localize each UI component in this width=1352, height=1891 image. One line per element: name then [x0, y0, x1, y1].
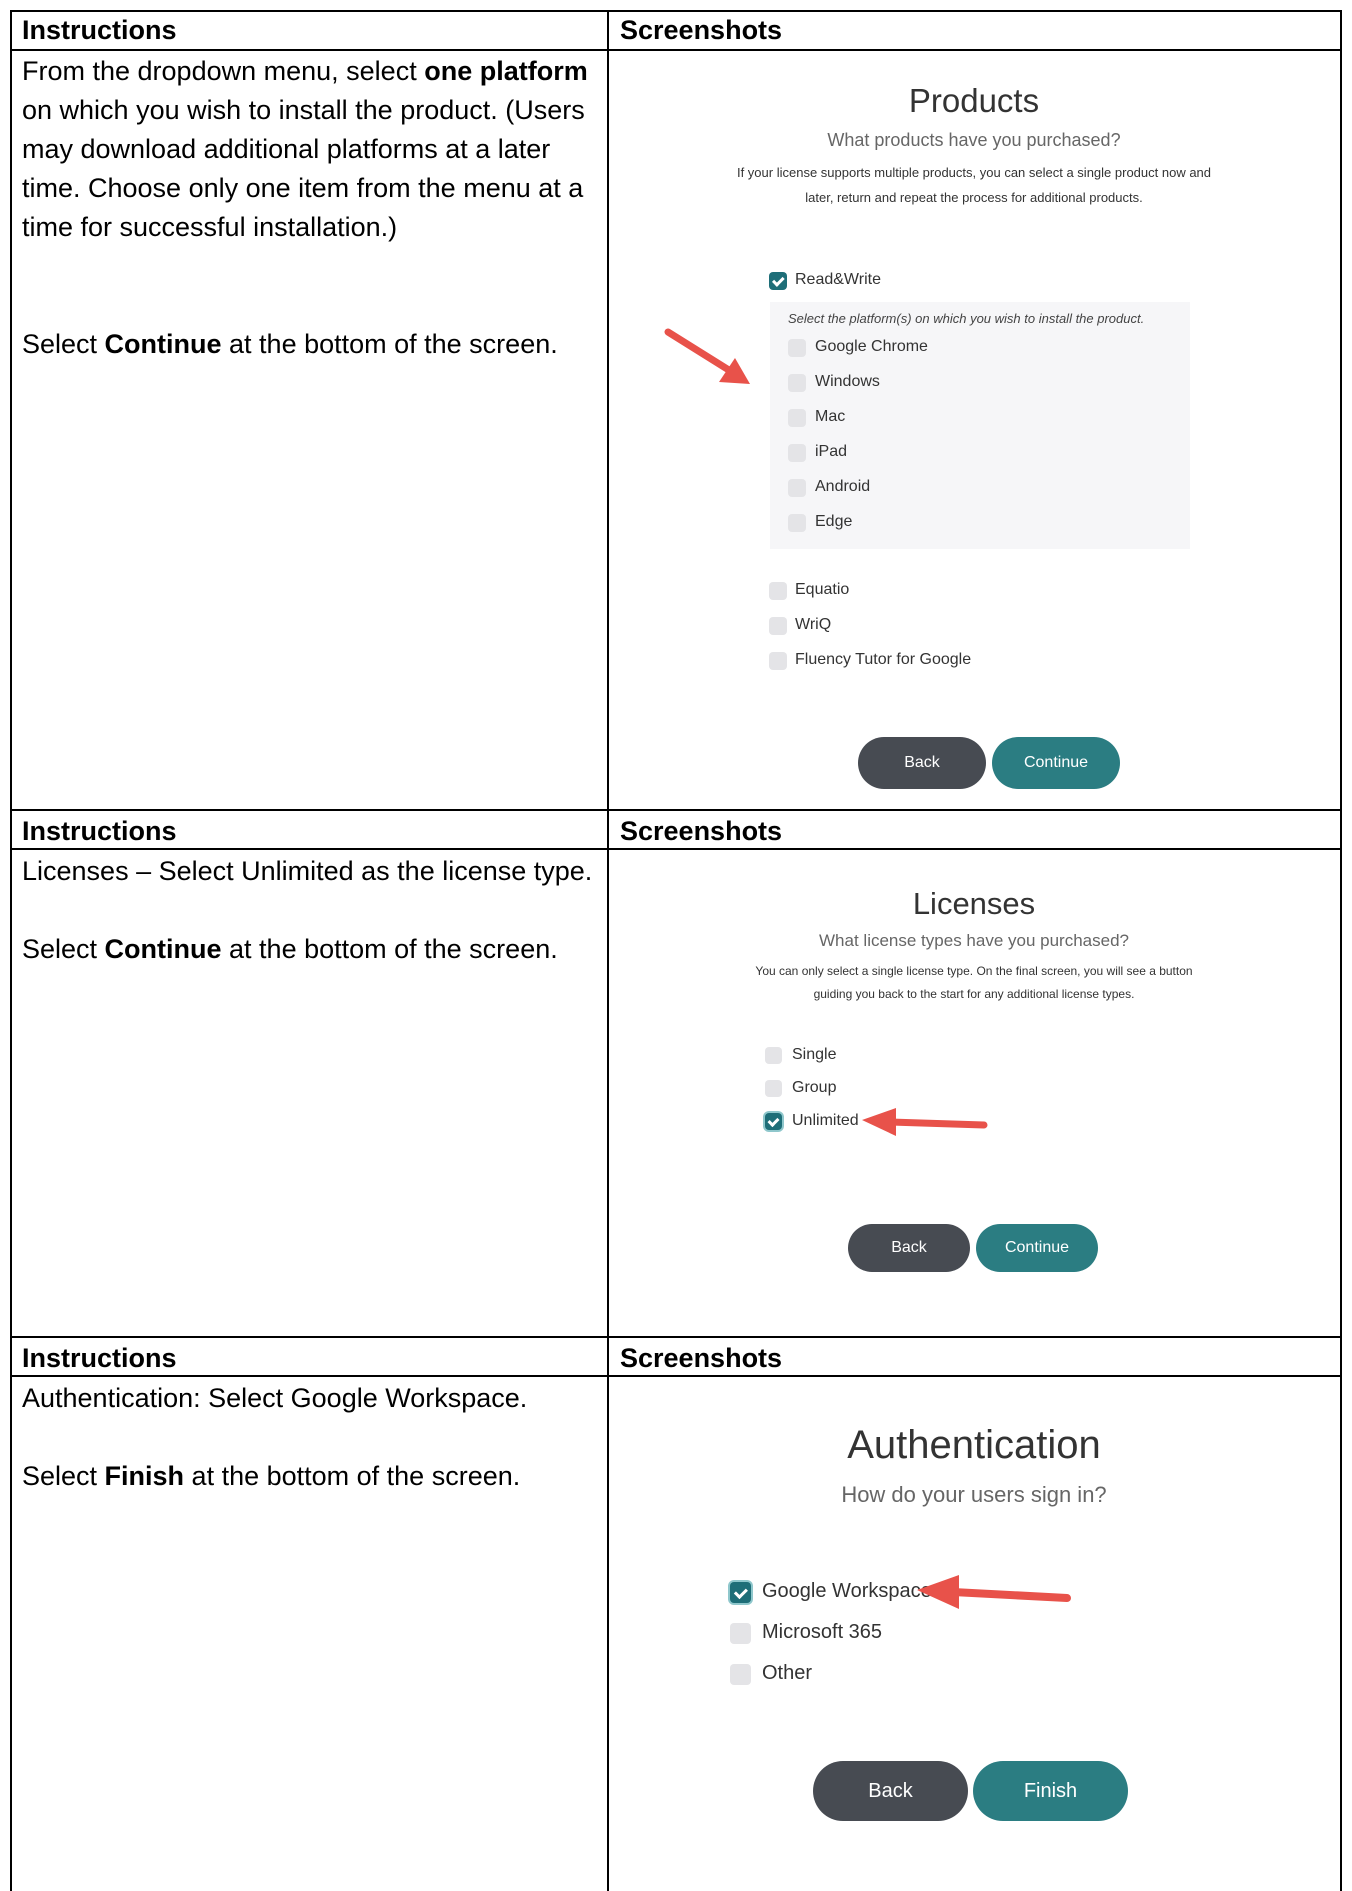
license-label: Group — [792, 1079, 837, 1096]
platform-panel: Select the platform(s) on which you wish… — [770, 302, 1190, 549]
table-border-left — [10, 10, 12, 1891]
table-column-divider — [607, 10, 609, 1891]
product-label: Fluency Tutor for Google — [795, 651, 972, 668]
page-subtitle: How do your users sign in? — [841, 1482, 1107, 1507]
page-description: later, return and repeat the process for… — [805, 190, 1143, 205]
table-border-right — [1340, 10, 1342, 1891]
license-checkbox-unlimited[interactable] — [765, 1113, 782, 1130]
products-screenshot: Products What products have you purchase… — [610, 52, 1338, 807]
instruction-paragraph: Licenses – Select Unlimited as the licen… — [22, 856, 593, 886]
license-checkbox[interactable] — [765, 1047, 782, 1064]
platform-checkbox[interactable] — [788, 514, 806, 532]
pointer-arrow — [862, 1108, 988, 1136]
page-description: If your license supports multiple produc… — [736, 165, 1212, 180]
continue-button[interactable]: Continue — [992, 737, 1120, 789]
platform-checkbox[interactable] — [788, 479, 806, 497]
authentication-screenshot: Authentication How do your users sign in… — [610, 1378, 1338, 1891]
auth-label: Other — [762, 1662, 813, 1684]
pointer-arrow — [664, 328, 750, 384]
license-checkbox[interactable] — [765, 1080, 782, 1097]
instructions-header: Instructions — [22, 1343, 177, 1373]
platform-label: Edge — [815, 513, 853, 530]
platform-checkbox[interactable] — [788, 444, 806, 462]
header-row-divider — [10, 49, 1342, 51]
instructions-text: Authentication: Select Google Workspace.… — [22, 1379, 607, 1496]
instruction-paragraph: Select Continue at the bottom of the scr… — [22, 934, 558, 964]
platform-label: Android — [815, 478, 871, 495]
auth-checkbox-google[interactable] — [730, 1582, 751, 1603]
section-divider — [10, 1336, 1342, 1338]
finish-button[interactable]: Finish — [973, 1761, 1128, 1821]
license-label: Unlimited — [792, 1112, 859, 1129]
auth-checkbox[interactable] — [730, 1623, 751, 1644]
screenshots-header: Screenshots — [620, 1343, 783, 1373]
instructions-header: Instructions — [22, 15, 177, 45]
page-description: You can only select a single license typ… — [755, 964, 1193, 978]
platform-label: Mac — [815, 408, 846, 425]
screenshots-header: Screenshots — [620, 816, 783, 846]
instructions-text: From the dropdown menu, select one platf… — [22, 52, 607, 364]
licenses-screenshot: Licenses What license types have you pur… — [610, 851, 1338, 1334]
instruction-paragraph: Select Continue at the bottom of the scr… — [22, 329, 558, 359]
platform-checkbox[interactable] — [788, 339, 806, 357]
section-divider — [10, 809, 1342, 811]
page-title: Licenses — [912, 886, 1036, 921]
back-button[interactable]: Back — [813, 1761, 968, 1821]
instruction-paragraph: Select Finish at the bottom of the scree… — [22, 1461, 521, 1491]
platform-checkbox[interactable] — [788, 409, 806, 427]
screenshots-header: Screenshots — [620, 15, 783, 45]
instruction-document: Instructions Screenshots From the dropdo… — [10, 10, 1342, 1891]
instructions-text: Licenses – Select Unlimited as the licen… — [22, 852, 607, 969]
product-checkbox[interactable] — [769, 617, 787, 635]
table-border-top — [10, 10, 1342, 12]
page-subtitle: What products have you purchased? — [827, 130, 1121, 150]
platform-checkbox[interactable] — [788, 374, 806, 392]
page-description: guiding you back to the start for any ad… — [813, 987, 1135, 1001]
instruction-paragraph: From the dropdown menu, select one platf… — [22, 56, 588, 242]
header-row-divider — [10, 1375, 1342, 1377]
page-title: Authentication — [847, 1423, 1101, 1467]
back-button[interactable]: Back — [858, 737, 986, 789]
platform-label: Google Chrome — [815, 338, 928, 355]
instruction-paragraph: Authentication: Select Google Workspace. — [22, 1383, 528, 1413]
product-label: Read&Write — [795, 271, 881, 288]
instructions-header: Instructions — [22, 816, 177, 846]
auth-checkbox[interactable] — [730, 1664, 751, 1685]
page-subtitle: What license types have you purchased? — [819, 931, 1129, 950]
platform-label: Windows — [815, 373, 880, 390]
platform-label: iPad — [815, 443, 848, 460]
product-label: Equatio — [795, 581, 850, 598]
continue-button[interactable]: Continue — [976, 1224, 1098, 1272]
platform-prompt: Select the platform(s) on which you wish… — [788, 311, 1145, 326]
product-checkbox[interactable] — [769, 652, 787, 670]
product-checkbox-readwrite[interactable] — [769, 272, 787, 290]
back-button[interactable]: Back — [848, 1224, 970, 1272]
auth-label: Microsoft 365 — [762, 1621, 883, 1643]
license-label: Single — [792, 1046, 837, 1063]
header-row-divider — [10, 848, 1342, 850]
product-checkbox[interactable] — [769, 582, 787, 600]
pointer-arrow — [917, 1575, 1071, 1609]
auth-label: Google Workspace — [762, 1580, 932, 1602]
product-label: WriQ — [795, 616, 832, 633]
page-title: Products — [908, 82, 1040, 119]
